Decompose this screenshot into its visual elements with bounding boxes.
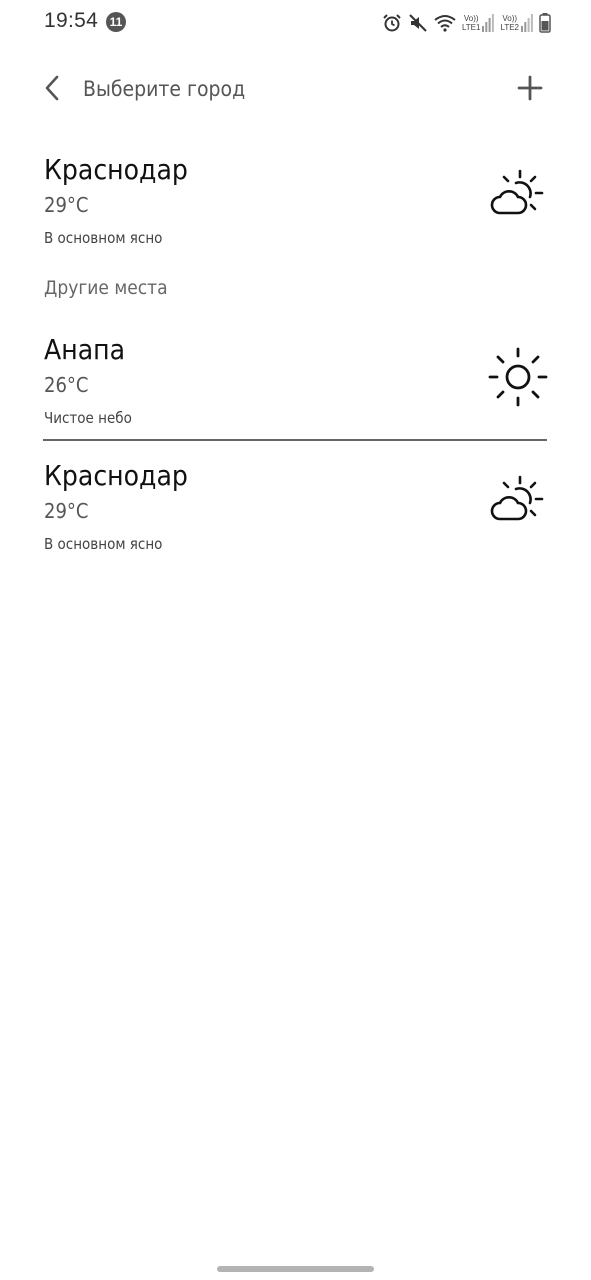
sim2-label-top: Vo)) (502, 14, 518, 23)
sim2-signal: Vo)) LTE2 (500, 14, 533, 32)
sim1-signal: Vo)) LTE1 (462, 14, 495, 32)
city-condition: Чистое небо (44, 409, 132, 427)
notification-count-badge: 11 (106, 12, 126, 32)
partly-sunny-icon (486, 473, 550, 537)
city-name: Краснодар (44, 459, 188, 492)
battery-icon (539, 13, 551, 33)
wifi-icon (434, 14, 456, 32)
back-button[interactable] (34, 72, 70, 108)
current-city-item[interactable]: Краснодар 29°C В основном ясно (0, 153, 591, 263)
status-bar: 19:54 11 Vo)) LTE1 Vo)) LTE2 (0, 0, 591, 46)
add-city-button[interactable] (510, 72, 550, 108)
partly-sunny-icon (486, 167, 550, 231)
other-place-item[interactable]: Краснодар 29°C В основном ясно (0, 459, 591, 569)
city-condition: В основном ясно (44, 535, 163, 553)
city-temperature: 29°C (44, 499, 89, 523)
mute-icon (408, 13, 428, 33)
chevron-left-icon (42, 74, 62, 106)
plus-icon (517, 75, 543, 105)
sim2-label-bottom: LTE2 (500, 23, 519, 32)
other-place-item[interactable]: Анапа 26°C Чистое небо (0, 333, 591, 443)
city-name: Анапа (44, 333, 126, 366)
divider (43, 439, 547, 441)
signal-icon (482, 14, 495, 32)
header: Выберите город (0, 60, 591, 120)
city-condition: В основном ясно (44, 229, 163, 247)
status-time: 19:54 (44, 9, 99, 32)
city-name: Краснодар (44, 153, 188, 186)
sunny-icon (486, 345, 550, 409)
city-temperature: 26°C (44, 373, 89, 397)
sim1-label-bottom: LTE1 (461, 23, 481, 32)
sim1-label-top: Vo)) (463, 14, 479, 23)
status-icons: Vo)) LTE1 Vo)) LTE2 (382, 10, 551, 36)
alarm-icon (382, 13, 402, 33)
other-places-label: Другие места (44, 277, 168, 299)
page-title: Выберите город (83, 77, 246, 101)
city-temperature: 29°C (44, 193, 89, 217)
signal-icon (521, 14, 533, 32)
home-indicator[interactable] (217, 1266, 374, 1272)
